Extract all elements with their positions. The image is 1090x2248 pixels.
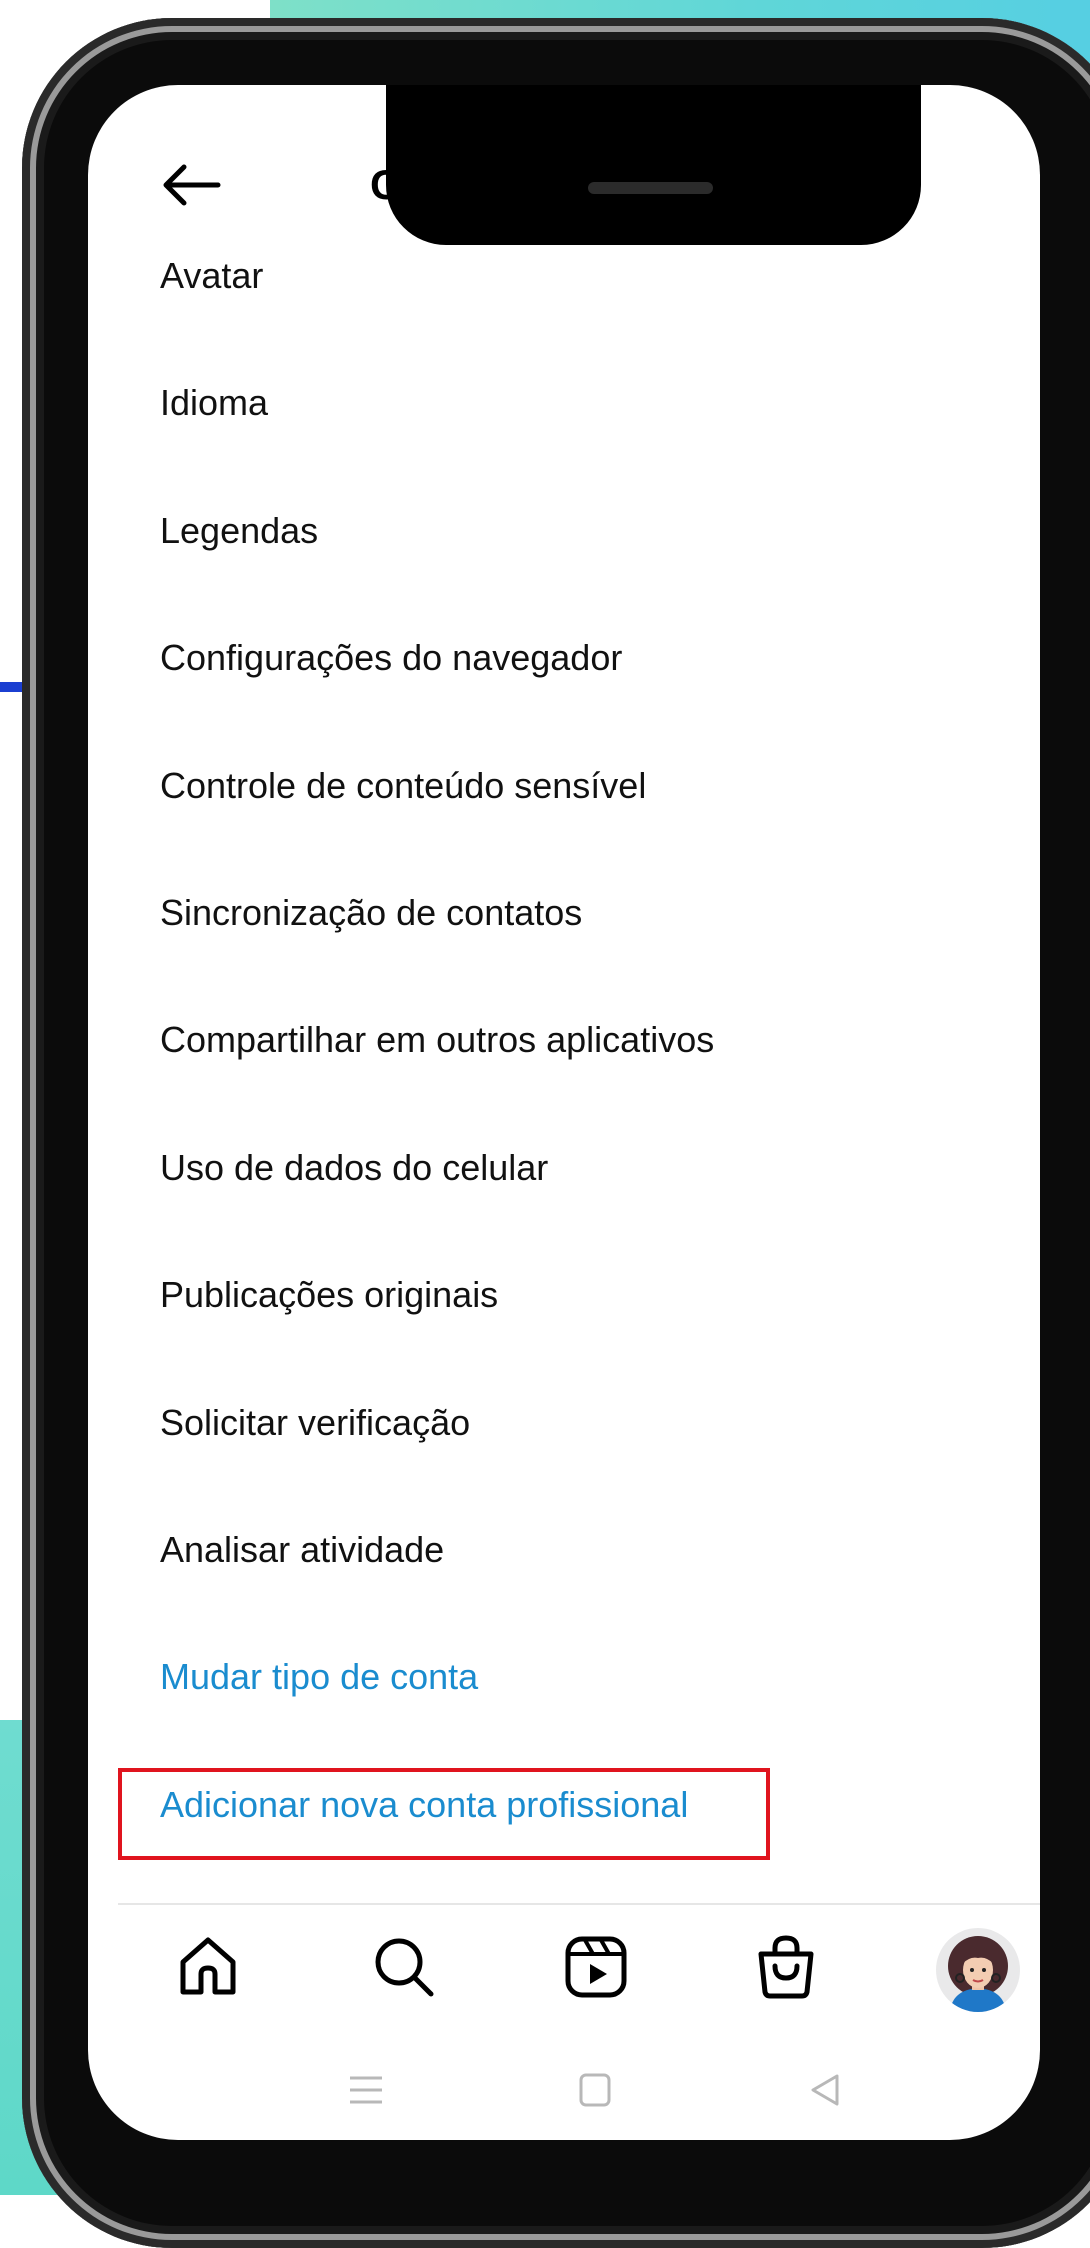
- switch-account-type-link[interactable]: Mudar tipo de conta: [160, 1641, 980, 1768]
- menu-item-label: Configurações do navegador: [160, 637, 623, 679]
- search-icon: [375, 1938, 434, 1997]
- menu-item-label: Avatar: [160, 255, 264, 296]
- home-square-icon: [579, 2073, 611, 2107]
- menu-item-review-activity[interactable]: Analisar atividade: [160, 1514, 980, 1641]
- menu-item-original-posts[interactable]: Publicações originais: [160, 1259, 980, 1386]
- menu-item-label: Sincronização de contatos: [160, 891, 583, 933]
- system-recents-button[interactable]: [336, 2060, 396, 2120]
- menu-item-label: Solicitar verificação: [160, 1401, 471, 1443]
- nav-reels[interactable]: [554, 1925, 638, 2009]
- accent-dash: [0, 682, 22, 692]
- menu-item-label: Idioma: [160, 382, 269, 424]
- menu-item-label: Mudar tipo de conta: [160, 1656, 479, 1698]
- profile-avatar[interactable]: [936, 1928, 1020, 2012]
- menu-item-contact-sync[interactable]: Sincronização de contatos: [160, 877, 980, 1004]
- home-icon: [180, 1937, 236, 1995]
- nav-shop[interactable]: [744, 1925, 828, 2009]
- back-button[interactable]: [160, 159, 222, 211]
- system-navigation-bar: [118, 2060, 1040, 2120]
- menu-item-legendas[interactable]: Legendas: [160, 495, 980, 622]
- menu-item-share-other-apps[interactable]: Compartilhar em outros aplicativos: [160, 1004, 980, 1131]
- app-header: Conta: [160, 150, 960, 220]
- menu-item-idioma[interactable]: Idioma: [160, 367, 980, 494]
- arrow-left-icon: [163, 164, 221, 206]
- system-home-button[interactable]: [565, 2060, 625, 2120]
- menu-item-label: Compartilhar em outros aplicativos: [160, 1019, 715, 1061]
- menu-item-label: Legendas: [160, 509, 319, 551]
- nav-home[interactable]: [166, 1925, 250, 2009]
- system-back-button[interactable]: [795, 2060, 855, 2120]
- page-title: Conta: [370, 161, 489, 208]
- nav-divider: [118, 1903, 1040, 1905]
- menu-item-avatar[interactable]: Avatar: [160, 240, 980, 367]
- menu-item-label: Publicações originais: [160, 1274, 499, 1316]
- menu-item-label: Analisar atividade: [160, 1528, 445, 1570]
- highlight-annotation-box: [118, 1768, 770, 1860]
- menu-item-browser-settings[interactable]: Configurações do navegador: [160, 622, 980, 749]
- menu-item-label: Uso de dados do celular: [160, 1146, 549, 1188]
- menu-item-sensitive-content[interactable]: Controle de conteúdo sensível: [160, 750, 980, 877]
- bottom-navigation: [118, 1925, 1040, 2015]
- avatar-illustration: [948, 1936, 1008, 2012]
- menu-lines-icon: [350, 2076, 382, 2104]
- settings-menu: Avatar Idioma Legendas Configurações do …: [160, 240, 980, 1896]
- menu-item-label: Controle de conteúdo sensível: [160, 764, 647, 806]
- menu-item-mobile-data[interactable]: Uso de dados do celular: [160, 1132, 980, 1259]
- menu-item-request-verification[interactable]: Solicitar verificação: [160, 1387, 980, 1514]
- back-triangle-icon: [811, 2074, 839, 2106]
- reels-icon: [565, 1936, 627, 1998]
- shop-bag-icon: [758, 1935, 814, 1999]
- nav-search[interactable]: [362, 1925, 446, 2009]
